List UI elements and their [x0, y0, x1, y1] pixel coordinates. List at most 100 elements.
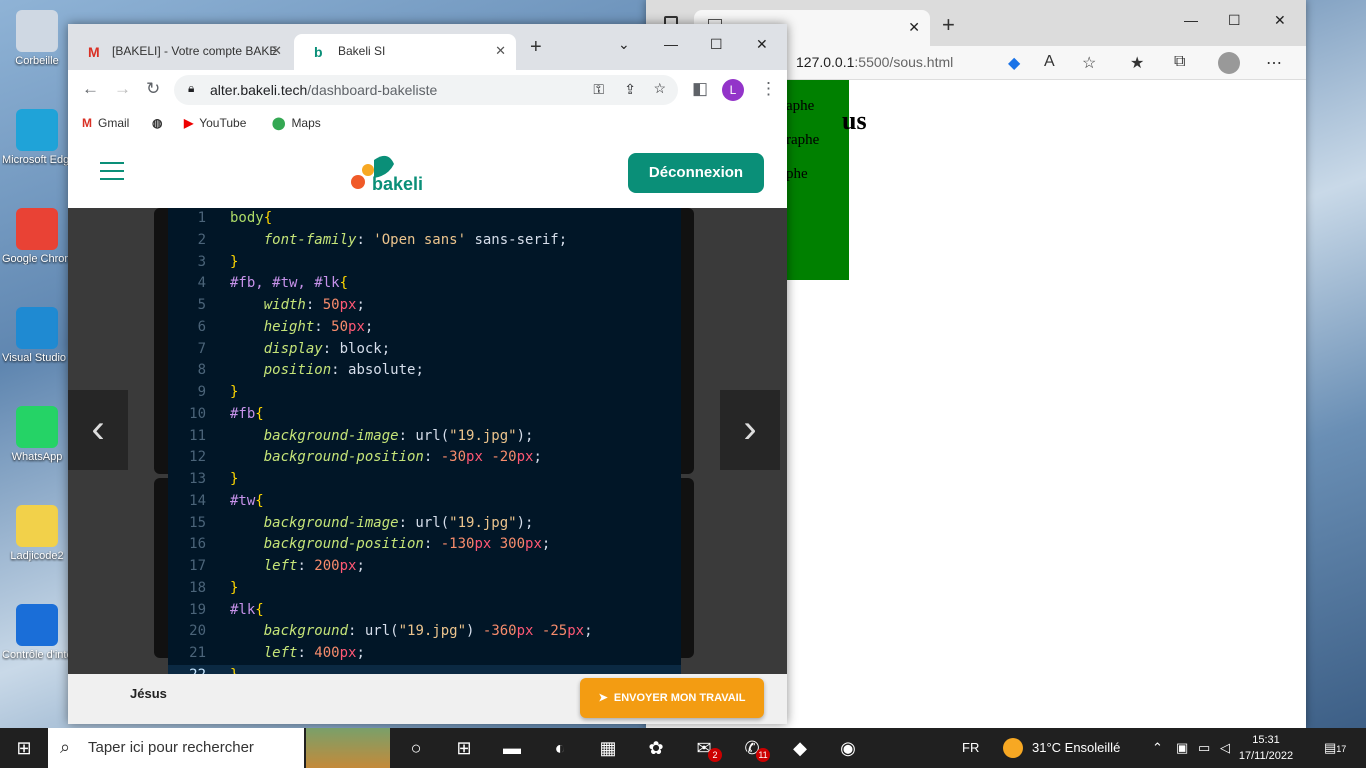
- code-text: left: 400px;: [263, 645, 365, 661]
- store-icon[interactable]: ▦: [584, 728, 632, 768]
- bookmark-youtube[interactable]: ▶ YouTube: [184, 116, 246, 130]
- close-tab-icon[interactable]: ✕: [271, 43, 282, 59]
- widgets-icon[interactable]: ⊞: [440, 728, 488, 768]
- edge-address-bar[interactable]: 127.0.0.1:5500/sous.html: [796, 54, 953, 70]
- language-indicator[interactable]: FR: [962, 740, 979, 755]
- taskbar-search[interactable]: ⌕ Taper ici pour rechercher: [48, 728, 304, 768]
- maximize-icon[interactable]: ☐: [710, 36, 723, 53]
- close-tab-icon[interactable]: ✕: [495, 43, 506, 59]
- minimize-icon[interactable]: —: [1184, 12, 1198, 28]
- bookmark-star-icon[interactable]: ☆: [653, 80, 666, 97]
- profile-avatar[interactable]: L: [722, 79, 744, 101]
- profile-avatar[interactable]: [1218, 52, 1240, 74]
- bookmark-gmail[interactable]: M Gmail: [82, 116, 129, 130]
- code-text: left: 200px;: [263, 558, 365, 574]
- menu-icon[interactable]: ⋯: [1266, 53, 1282, 73]
- bakeli-logo[interactable]: bakeli: [344, 150, 434, 196]
- code-text: #fb, #tw, #lk{: [230, 275, 349, 292]
- logout-button[interactable]: Déconnexion: [628, 153, 764, 193]
- new-tab-button[interactable]: +: [530, 36, 542, 59]
- tag-icon[interactable]: ◆: [1008, 53, 1020, 73]
- send-icon: ➤: [598, 692, 614, 704]
- desktop-icon-label: Visual Studio Code: [2, 352, 72, 364]
- line-number: 8: [197, 362, 206, 379]
- menu-icon[interactable]: ⋮: [760, 79, 777, 99]
- code-line: 8 position: absolute;: [168, 360, 681, 382]
- share-icon[interactable]: ⇪: [624, 81, 636, 98]
- bookmark-globe[interactable]: ◍: [152, 116, 168, 130]
- line-number: 13: [189, 471, 206, 487]
- favorites-icon[interactable]: ★: [1130, 53, 1144, 73]
- desktop-icon[interactable]: Ladjicode2: [2, 505, 72, 562]
- task-view-icon[interactable]: ○: [392, 728, 440, 768]
- line-number: 18: [189, 579, 206, 596]
- youtube-icon: ▶: [184, 116, 194, 130]
- line-number: 14: [189, 492, 206, 509]
- desktop-icon[interactable]: Microsoft Edge: [2, 109, 72, 166]
- tab-bakeli-account[interactable]: M [BAKELI] - Votre compte BAKE ✕: [68, 34, 292, 70]
- notifications-icon[interactable]: ▤17: [1324, 740, 1346, 756]
- address-bar[interactable]: 🔒︎ alter.bakeli.tech/dashboard-bakeliste…: [174, 75, 678, 105]
- desktop-icon[interactable]: Contrôle d'intégrité du PC: [2, 604, 72, 661]
- reload-icon[interactable]: ↻: [146, 79, 160, 99]
- close-icon[interactable]: ✕: [1274, 12, 1286, 29]
- collections-icon[interactable]: ⧉: [1174, 53, 1185, 71]
- weather-widget-image[interactable]: [306, 728, 390, 768]
- line-number: 10: [189, 405, 206, 422]
- code-text: position: absolute;: [263, 362, 424, 379]
- desktop-icon[interactable]: Corbeille: [2, 10, 72, 67]
- file-explorer-icon[interactable]: ▬: [488, 728, 536, 768]
- battery-icon[interactable]: ▭: [1198, 740, 1210, 756]
- hamburger-menu-icon[interactable]: [100, 162, 124, 186]
- close-tab-icon[interactable]: ✕: [908, 19, 920, 36]
- submit-work-button[interactable]: ➤ ENVOYER MON TRAVAIL: [580, 678, 764, 718]
- code-line: 6 height: 50px;: [168, 317, 681, 339]
- windows-start-icon[interactable]: ⊞: [0, 728, 48, 768]
- volume-icon[interactable]: ◁: [1220, 740, 1230, 756]
- back-icon[interactable]: ←: [82, 79, 99, 99]
- globe-icon: ◍: [152, 116, 163, 130]
- desktop-icon-label: Ladjicode2: [10, 550, 64, 562]
- badge-count: 2: [708, 748, 722, 762]
- desktop-icon[interactable]: Google Chrome: [2, 208, 72, 265]
- previous-arrow-icon[interactable]: ‹: [68, 390, 128, 470]
- tab-search-icon[interactable]: ⌄: [618, 36, 630, 53]
- new-tab-button[interactable]: +: [942, 12, 955, 38]
- forward-icon[interactable]: →: [114, 79, 131, 99]
- app-icon: [16, 109, 58, 151]
- line-number: 11: [189, 427, 206, 444]
- code-line: 11 background-image: url("19.jpg");: [168, 426, 681, 448]
- gmail-icon: M: [82, 116, 92, 130]
- mail-icon[interactable]: ✉ 2: [680, 728, 728, 768]
- code-text: }: [230, 579, 239, 596]
- camera-icon[interactable]: ▣: [1176, 740, 1188, 756]
- maximize-icon[interactable]: ☐: [1228, 12, 1241, 29]
- page-text-3: phe: [786, 166, 808, 182]
- minimize-icon[interactable]: —: [664, 36, 678, 52]
- chrome-toolbar: ← → ↻ 🔒︎ alter.bakeli.tech/dashboard-bak…: [68, 70, 787, 110]
- next-arrow-icon[interactable]: ›: [720, 390, 780, 470]
- close-icon[interactable]: ✕: [756, 36, 768, 53]
- code-screenshot: 1 body{2 font-family: 'Open sans' sans-se…: [168, 208, 681, 690]
- vscode-icon[interactable]: ◆: [776, 728, 824, 768]
- badge-count: 11: [756, 748, 770, 762]
- code-text: }: [230, 253, 239, 270]
- code-text: display: block;: [263, 340, 391, 357]
- notification-count: 17: [1336, 744, 1347, 754]
- key-icon[interactable]: ⚿: [593, 81, 604, 98]
- paint-icon[interactable]: ✿: [632, 728, 680, 768]
- tab-bakeli-si[interactable]: b Bakeli SI ✕: [294, 34, 516, 70]
- show-hidden-icons[interactable]: ⌃: [1152, 740, 1163, 756]
- weather-text[interactable]: 31°C Ensoleillé: [1032, 740, 1120, 755]
- desktop-icon[interactable]: Visual Studio Code: [2, 307, 72, 364]
- bookmark-maps[interactable]: ⬤ Maps: [272, 116, 321, 130]
- chrome-icon[interactable]: ◉: [824, 728, 872, 768]
- read-aloud-icon[interactable]: A: [1044, 53, 1055, 71]
- add-favorite-icon[interactable]: ☆: [1082, 53, 1096, 73]
- desktop-icon[interactable]: WhatsApp: [2, 406, 72, 463]
- code-text: background-image: url("19.jpg");: [263, 427, 534, 444]
- whatsapp-icon[interactable]: ✆ 11: [728, 728, 776, 768]
- clock[interactable]: 15:31 17/11/2022: [1234, 732, 1298, 764]
- edge-icon[interactable]: ◐: [536, 728, 584, 768]
- side-panel-icon[interactable]: ◧: [692, 79, 708, 99]
